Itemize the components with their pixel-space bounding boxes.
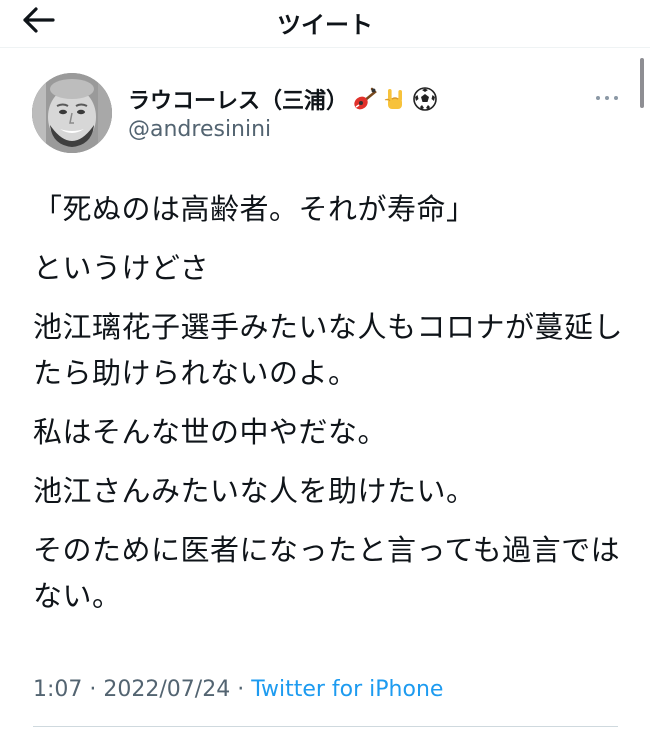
tweet-paragraph: 「死ぬのは高齢者。それが寿命」 (33, 192, 476, 226)
display-name-row[interactable]: ラウコーレス（三浦） (128, 83, 438, 115)
tweet-paragraph: 池江璃花子選手みたいな人もコロナが蔓延したら助けられないのよ。 (33, 310, 624, 390)
tweet-paragraph: そのために医者になったと言っても過言ではない。 (33, 533, 621, 613)
meta-separator: · (82, 677, 104, 702)
top-nav-bar: ツイート (0, 0, 650, 40)
tweet-paragraph: 池江さんみたいな人を助けたい。 (33, 474, 476, 508)
display-name[interactable]: ラウコーレス（三浦） (128, 83, 348, 115)
user-avatar[interactable] (32, 73, 112, 153)
page-title: ツイート (277, 11, 373, 39)
more-button[interactable] (594, 88, 620, 108)
tweet-source-link[interactable]: Twitter for iPhone (251, 677, 443, 702)
tweet-text: 「死ぬのは高齢者。それが寿命」 というけどさ 池江璃花子選手みたいな人もコロナが… (33, 186, 623, 632)
tweet-paragraph: というけどさ (33, 251, 210, 285)
avatar-photo (32, 73, 112, 153)
tweet-paragraph: 私はそんな世の中やだな。 (33, 415, 388, 449)
header-divider (0, 47, 650, 48)
meta-separator: · (230, 677, 252, 702)
more-dots-icon (596, 96, 618, 100)
guitar-emoji (354, 87, 377, 110)
soccer-ball-emoji (413, 87, 437, 111)
tweet-date[interactable]: 2022/07/24 (103, 677, 230, 702)
meta-divider (33, 726, 618, 727)
scrollbar[interactable] (640, 58, 644, 108)
user-handle[interactable]: @andresinini (128, 117, 271, 142)
tweet-meta: 1:07 · 2022/07/24 · Twitter for iPhone (33, 677, 443, 702)
rock-hand-emoji (384, 89, 403, 109)
tweet-time[interactable]: 1:07 (33, 677, 82, 702)
